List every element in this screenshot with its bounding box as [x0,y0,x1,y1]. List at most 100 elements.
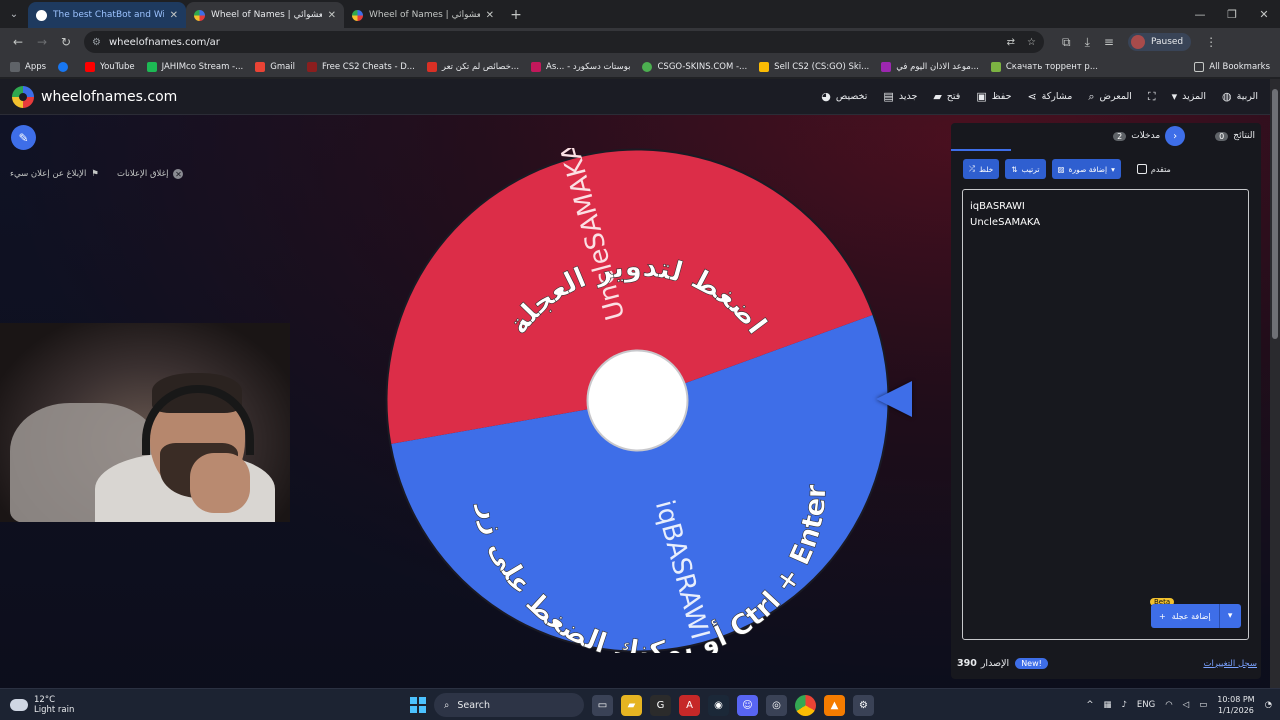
bookmark-torrent[interactable]: Скачать торрент р... [987,61,1102,72]
microphone-icon[interactable]: ♪ [1121,700,1126,710]
bookmark-apps[interactable]: Apps [6,61,50,72]
page-scrollbar[interactable] [1270,79,1280,688]
discord-icon[interactable]: ☺ [737,694,758,716]
bookmark-prayer-times[interactable]: موعد الاذان اليوم في... [877,61,983,72]
menu-fullscreen[interactable]: ⛶ [1148,90,1156,104]
tab-chatbot[interactable]: The best ChatBot and Widgets ✕ [28,2,186,28]
media-control-icon[interactable]: ≡ [1104,35,1114,49]
report-ad-link[interactable]: الإبلاغ عن إعلان سيء ⚑ [10,169,99,179]
file-explorer-icon[interactable]: ▰ [621,694,642,716]
bookmark-sell-cs2[interactable]: Sell CS2 (CS:GO) Ski... [755,61,873,72]
translate-icon[interactable]: ⇄ [1007,37,1015,48]
menu-gallery[interactable]: ⌕ المعرض [1088,90,1132,104]
bookmark-label: Apps [25,61,47,72]
download-icon[interactable]: ⤓ [1085,35,1090,50]
autocad-icon[interactable]: A [679,694,700,716]
forward-icon[interactable]: → [30,30,54,54]
scrollbar-thumb[interactable] [1272,89,1278,339]
app-icon[interactable]: ◎ [766,694,787,716]
site-info-icon[interactable]: ⚙ [92,37,101,48]
windows-start-icon[interactable] [410,697,426,713]
g-hub-icon[interactable]: G [650,694,671,716]
advanced-label: متقدم [1150,164,1171,174]
minimize-icon[interactable]: — [1184,0,1216,28]
wheel-center-hub[interactable] [586,349,689,452]
profile-button[interactable]: Paused [1127,33,1192,51]
close-tab-icon[interactable]: ✕ [486,10,494,21]
bookmark-discord-posts[interactable]: As... - بوستات دسكورد [527,61,634,72]
wheel-logo-icon[interactable] [12,85,34,108]
flag-icon: ⚑ [91,169,99,179]
bookmark-cs2-cheats[interactable]: Free CS2 Cheats - D... [303,61,419,72]
menu-label: الربية [1236,91,1258,102]
tray-chevron-icon[interactable]: ^ [1086,700,1093,710]
taskbar-search[interactable]: ⌕ Search [434,693,584,717]
steam-icon[interactable]: ◉ [708,694,729,716]
chrome-menu-icon[interactable]: ⋮ [1205,35,1217,49]
menu-label: المعرض [1099,91,1132,102]
bookmark-csgo-skins[interactable]: CSGO-SKINS.COM -... [638,61,751,72]
site-icon [426,61,437,72]
add-wheel-button[interactable]: + إضافة عجلة [1151,604,1219,628]
menu-save[interactable]: ▣ حفظ [976,90,1011,103]
weather-widget[interactable]: 12°C Light rain [0,695,74,715]
menu-share[interactable]: ⋖ مشاركة [1027,90,1072,103]
site-icon [990,61,1001,72]
all-bookmarks[interactable]: All Bookmarks [1190,61,1274,72]
add-image-button[interactable]: ▨ إضافة صورة ▾ [1051,159,1121,179]
site-icon [881,61,892,72]
settings-gear-icon[interactable]: ⚙ [853,694,874,716]
bookmark-jahimco[interactable]: JAHIMco Stream -... [143,61,248,72]
close-tab-icon[interactable]: ✕ [328,10,336,21]
extensions-icon[interactable]: ⧉ [1062,35,1071,50]
bookmark-gmail[interactable]: Gmail [251,61,299,72]
menu-new[interactable]: ▤ جديد [883,90,917,103]
new-badge[interactable]: New! [1015,658,1048,669]
close-window-icon[interactable]: ✕ [1248,0,1280,28]
edit-pencil-button[interactable]: ✎ [11,125,36,150]
menu-open[interactable]: ▰ فتح [933,90,960,103]
tray-app-icon[interactable]: ▦ [1103,700,1111,710]
bookmark-youtube[interactable]: YouTube [81,61,139,72]
close-ads-link[interactable]: إغلاق الإعلانات ✕ [117,169,184,179]
menu-label: حفظ [991,91,1012,102]
menu-language[interactable]: ◍ الربية [1222,90,1258,103]
add-wheel-dropdown[interactable]: ▾ [1218,604,1241,628]
brand-name[interactable]: wheelofnames.com [41,89,177,105]
wifi-icon[interactable]: ◠ [1165,700,1172,710]
address-bar[interactable]: ⚙ wheelofnames.com/ar ⇄ ☆ [84,31,1044,53]
tab-search-chevron-icon[interactable]: ⌄ [0,0,28,28]
vlc-icon[interactable]: ▲ [824,694,845,716]
new-tab-button[interactable]: + [502,2,530,28]
sort-button[interactable]: ⇅ ترتيب [1005,159,1046,179]
menu-customize[interactable]: ◕ تخصيص [821,90,867,103]
tab-results[interactable]: 0 النتائج [1215,131,1255,141]
restore-icon[interactable]: ❐ [1216,0,1248,28]
collapse-panel-chevron-icon[interactable]: › [1165,126,1186,146]
notification-icon[interactable]: ◔ [1265,700,1272,710]
bookmark-star-icon[interactable]: ☆ [1027,37,1036,48]
changelog-link[interactable]: سجل التغييرات [1203,659,1257,669]
shuffle-button[interactable]: ⤮ خلط [963,159,1000,179]
advanced-checkbox-row[interactable]: متقدم [1136,164,1171,174]
volume-icon[interactable]: ◁ [1183,700,1190,710]
wheel[interactable]: iqBASRAWI UncleSAMAKA اضغط لتدوير العجلة… [385,139,890,668]
battery-icon[interactable]: ▭ [1199,700,1207,710]
back-icon[interactable]: ← [6,30,30,54]
menu-more[interactable]: ▾ المزيد [1172,90,1206,103]
language-indicator[interactable]: ENG [1137,700,1155,710]
advanced-checkbox[interactable] [1136,164,1147,174]
tab-entries[interactable]: 2 مدخلات › [1113,126,1186,146]
clock[interactable]: 10:08 PM 1/1/2026 [1217,694,1254,716]
close-tab-icon[interactable]: ✕ [170,10,178,21]
reload-icon[interactable]: ↻ [54,30,78,54]
bookmark-facebook[interactable] [54,61,77,72]
bookmark-features[interactable]: خصائص لم تكن تعر... [423,61,523,72]
task-view-icon[interactable]: ▭ [592,694,613,716]
tab-wheel-active[interactable]: Wheel of Names | اسم العشوائي ✕ [186,2,344,28]
chrome-icon[interactable] [795,694,816,716]
entries-textarea[interactable]: iqBASRAWI UncleSAMAKA [962,189,1249,640]
tab-wheel-inactive[interactable]: Wheel of Names | اسم العشوائي ✕ [344,2,502,28]
wheel-svg[interactable]: iqBASRAWI UncleSAMAKA اضغط لتدوير العجلة… [385,139,890,668]
bookmark-label: خصائص لم تكن تعر... [441,61,520,72]
